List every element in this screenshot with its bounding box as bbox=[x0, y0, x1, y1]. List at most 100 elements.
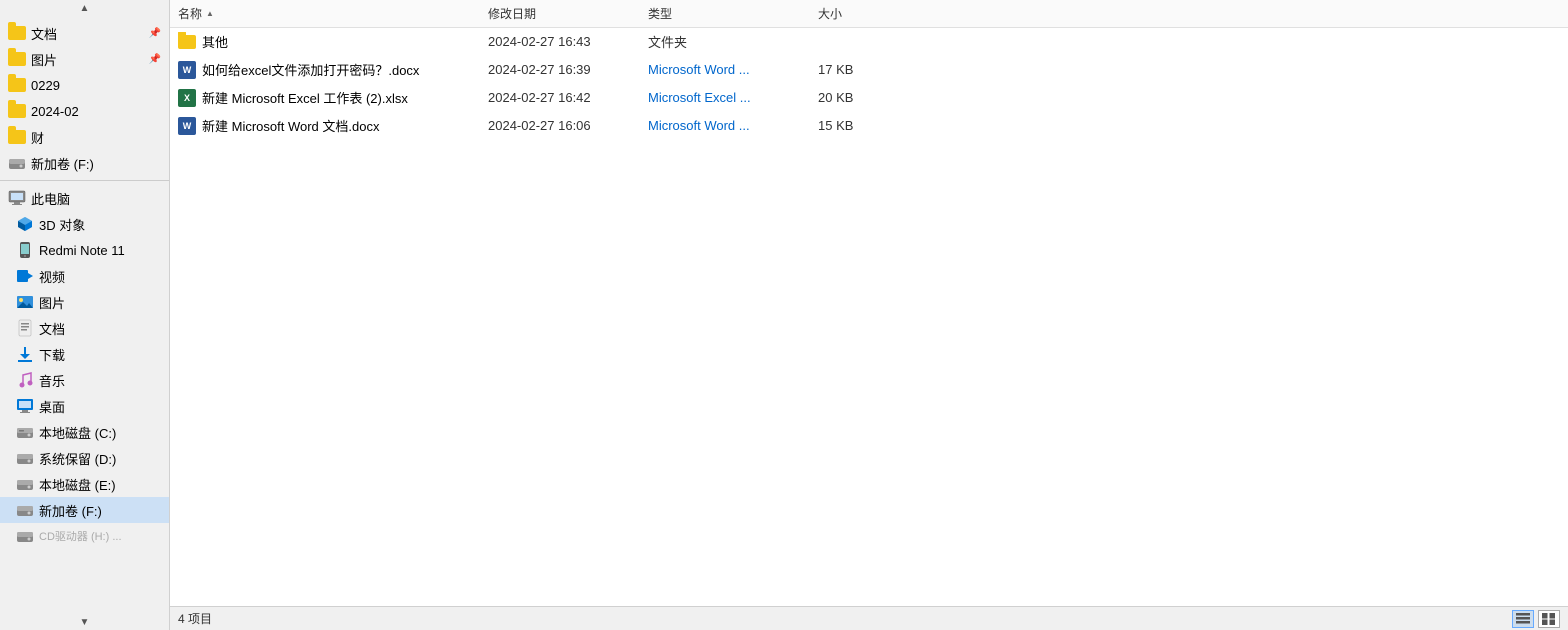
photo-icon bbox=[16, 293, 34, 311]
sidebar-item-newvol-f2[interactable]: 新加卷 (F:) bbox=[0, 497, 169, 523]
file-size: 15 KB bbox=[818, 118, 853, 133]
scroll-up-arrow[interactable]: ▲ bbox=[0, 0, 169, 16]
col-sort-arrow: ▲ bbox=[206, 9, 214, 18]
computer-icon bbox=[8, 189, 26, 207]
sidebar-item-download[interactable]: 下载 bbox=[0, 341, 169, 367]
sidebar-item-cai[interactable]: 财 bbox=[0, 124, 169, 150]
sidebar-item-label: 新加卷 (F:) bbox=[39, 501, 102, 520]
sidebar-item-label: 系统保留 (D:) bbox=[39, 449, 116, 468]
table-row[interactable]: W 如何给excel文件添加打开密码？.docx 2024-02-27 16:3… bbox=[170, 56, 1568, 84]
details-view-button[interactable] bbox=[1512, 610, 1534, 628]
file-type-cell: Microsoft Word ... bbox=[648, 62, 818, 77]
table-row[interactable]: X 新建 Microsoft Excel 工作表 (2).xlsx 2024-0… bbox=[170, 84, 1568, 112]
sidebar-item-label: 新加卷 (F:) bbox=[31, 154, 94, 173]
sidebar-item-pictures[interactable]: 图片 📌 bbox=[0, 46, 169, 72]
folder-icon bbox=[8, 50, 26, 68]
scroll-down-arrow[interactable]: ▼ bbox=[0, 614, 169, 630]
large-icons-view-button[interactable] bbox=[1538, 610, 1560, 628]
file-name: 新建 Microsoft Word 文档.docx bbox=[202, 116, 379, 135]
file-type-cell: 文件夹 bbox=[648, 32, 818, 51]
file-name-cell: X 新建 Microsoft Excel 工作表 (2).xlsx bbox=[178, 88, 488, 107]
sidebar-item-label: 文档 bbox=[31, 24, 57, 43]
file-name-cell: W 如何给excel文件添加打开密码？.docx bbox=[178, 60, 488, 79]
sidebar-item-redmi[interactable]: Redmi Note 11 bbox=[0, 237, 169, 263]
sidebar-item-label: 本地磁盘 (C:) bbox=[39, 423, 116, 442]
file-type: Microsoft Excel ... bbox=[648, 90, 751, 105]
status-bar: 4 项目 bbox=[170, 606, 1568, 630]
video-icon bbox=[16, 267, 34, 285]
table-row[interactable]: 其他 2024-02-27 16:43 文件夹 bbox=[170, 28, 1568, 56]
word-icon: W bbox=[178, 117, 196, 135]
sidebar-item-disk-d[interactable]: 系统保留 (D:) bbox=[0, 445, 169, 471]
file-date-cell: 2024-02-27 16:43 bbox=[488, 34, 648, 49]
drive-icon bbox=[8, 154, 26, 172]
pin-icon: 📌 bbox=[149, 28, 161, 39]
disk-d-icon bbox=[16, 449, 34, 467]
sidebar-item-label: CD驱动器 (H:) ... bbox=[39, 528, 122, 544]
disk-f-icon bbox=[16, 501, 34, 519]
view-controls bbox=[1512, 610, 1560, 628]
sidebar-item-music[interactable]: 音乐 bbox=[0, 367, 169, 393]
sidebar-item-label: 0229 bbox=[31, 78, 60, 93]
file-name: 其他 bbox=[202, 32, 228, 51]
sidebar-item-label: 财 bbox=[31, 128, 44, 147]
col-type-header[interactable]: 类型 bbox=[648, 5, 818, 22]
folder-icon bbox=[178, 33, 196, 51]
file-size-cell: 20 KB bbox=[818, 90, 898, 105]
col-name-label: 名称 bbox=[178, 5, 202, 22]
excel-icon: X bbox=[178, 89, 196, 107]
file-size: 20 KB bbox=[818, 90, 853, 105]
file-type: Microsoft Word ... bbox=[648, 118, 750, 133]
sidebar-item-label: 音乐 bbox=[39, 371, 65, 390]
pin-icon: 📌 bbox=[149, 54, 161, 65]
file-size-cell: 17 KB bbox=[818, 62, 898, 77]
sidebar-item-video[interactable]: 视频 bbox=[0, 263, 169, 289]
sidebar-item-disk-c[interactable]: 本地磁盘 (C:) bbox=[0, 419, 169, 445]
folder-icon bbox=[8, 102, 26, 120]
sidebar-item-doc2[interactable]: 文档 bbox=[0, 315, 169, 341]
sidebar-item-newvol-f[interactable]: 新加卷 (F:) bbox=[0, 150, 169, 176]
file-date: 2024-02-27 16:39 bbox=[488, 62, 591, 77]
sidebar-item-label: 图片 bbox=[39, 293, 65, 312]
sidebar-item-label: 下载 bbox=[39, 345, 65, 364]
sidebar-item-pic2[interactable]: 图片 bbox=[0, 289, 169, 315]
word-icon: W bbox=[178, 61, 196, 79]
sidebar-item-label: 本地磁盘 (E:) bbox=[39, 475, 116, 494]
sidebar-item-0229[interactable]: 0229 bbox=[0, 72, 169, 98]
sidebar-item-label: 图片 bbox=[31, 50, 57, 69]
table-row[interactable]: W 新建 Microsoft Word 文档.docx 2024-02-27 1… bbox=[170, 112, 1568, 140]
col-size-header[interactable]: 大小 bbox=[818, 5, 898, 22]
sidebar-item-this-pc[interactable]: 此电脑 bbox=[0, 185, 169, 211]
file-type-cell: Microsoft Word ... bbox=[648, 118, 818, 133]
file-date: 2024-02-27 16:43 bbox=[488, 34, 591, 49]
sidebar-separator bbox=[0, 180, 169, 181]
sidebar-scroll: 文档 📌 图片 📌 0229 2024-02 bbox=[0, 16, 169, 614]
sidebar-item-label: 2024-02 bbox=[31, 104, 79, 119]
column-header: 名称 ▲ 修改日期 类型 大小 bbox=[170, 0, 1568, 28]
folder-icon bbox=[8, 128, 26, 146]
sidebar-item-label: 此电脑 bbox=[31, 189, 70, 208]
disk-e-icon bbox=[16, 475, 34, 493]
sidebar-item-label: 文档 bbox=[39, 319, 65, 338]
sidebar-item-2024-02[interactable]: 2024-02 bbox=[0, 98, 169, 124]
file-name-cell: 其他 bbox=[178, 32, 488, 51]
sidebar-item-desktop[interactable]: 桌面 bbox=[0, 393, 169, 419]
file-type: 文件夹 bbox=[648, 32, 687, 51]
sidebar-item-label: 桌面 bbox=[39, 397, 65, 416]
sidebar-item-more[interactable]: CD驱动器 (H:) ... bbox=[0, 523, 169, 549]
download-icon bbox=[16, 345, 34, 363]
sidebar-item-docs[interactable]: 文档 📌 bbox=[0, 20, 169, 46]
file-size: 17 KB bbox=[818, 62, 853, 77]
file-name: 新建 Microsoft Excel 工作表 (2).xlsx bbox=[202, 88, 408, 107]
file-list: 其他 2024-02-27 16:43 文件夹 W 如何给excel文件添加打开… bbox=[170, 28, 1568, 606]
file-type: Microsoft Word ... bbox=[648, 62, 750, 77]
file-name-cell: W 新建 Microsoft Word 文档.docx bbox=[178, 116, 488, 135]
music-icon bbox=[16, 371, 34, 389]
sidebar-item-3d[interactable]: 3D 对象 bbox=[0, 211, 169, 237]
desktop-icon bbox=[16, 397, 34, 415]
sidebar-item-disk-e[interactable]: 本地磁盘 (E:) bbox=[0, 471, 169, 497]
phone-icon bbox=[16, 241, 34, 259]
sidebar-item-label: 3D 对象 bbox=[39, 215, 85, 234]
col-date-header[interactable]: 修改日期 bbox=[488, 5, 648, 22]
col-name-header[interactable]: 名称 ▲ bbox=[178, 5, 488, 22]
